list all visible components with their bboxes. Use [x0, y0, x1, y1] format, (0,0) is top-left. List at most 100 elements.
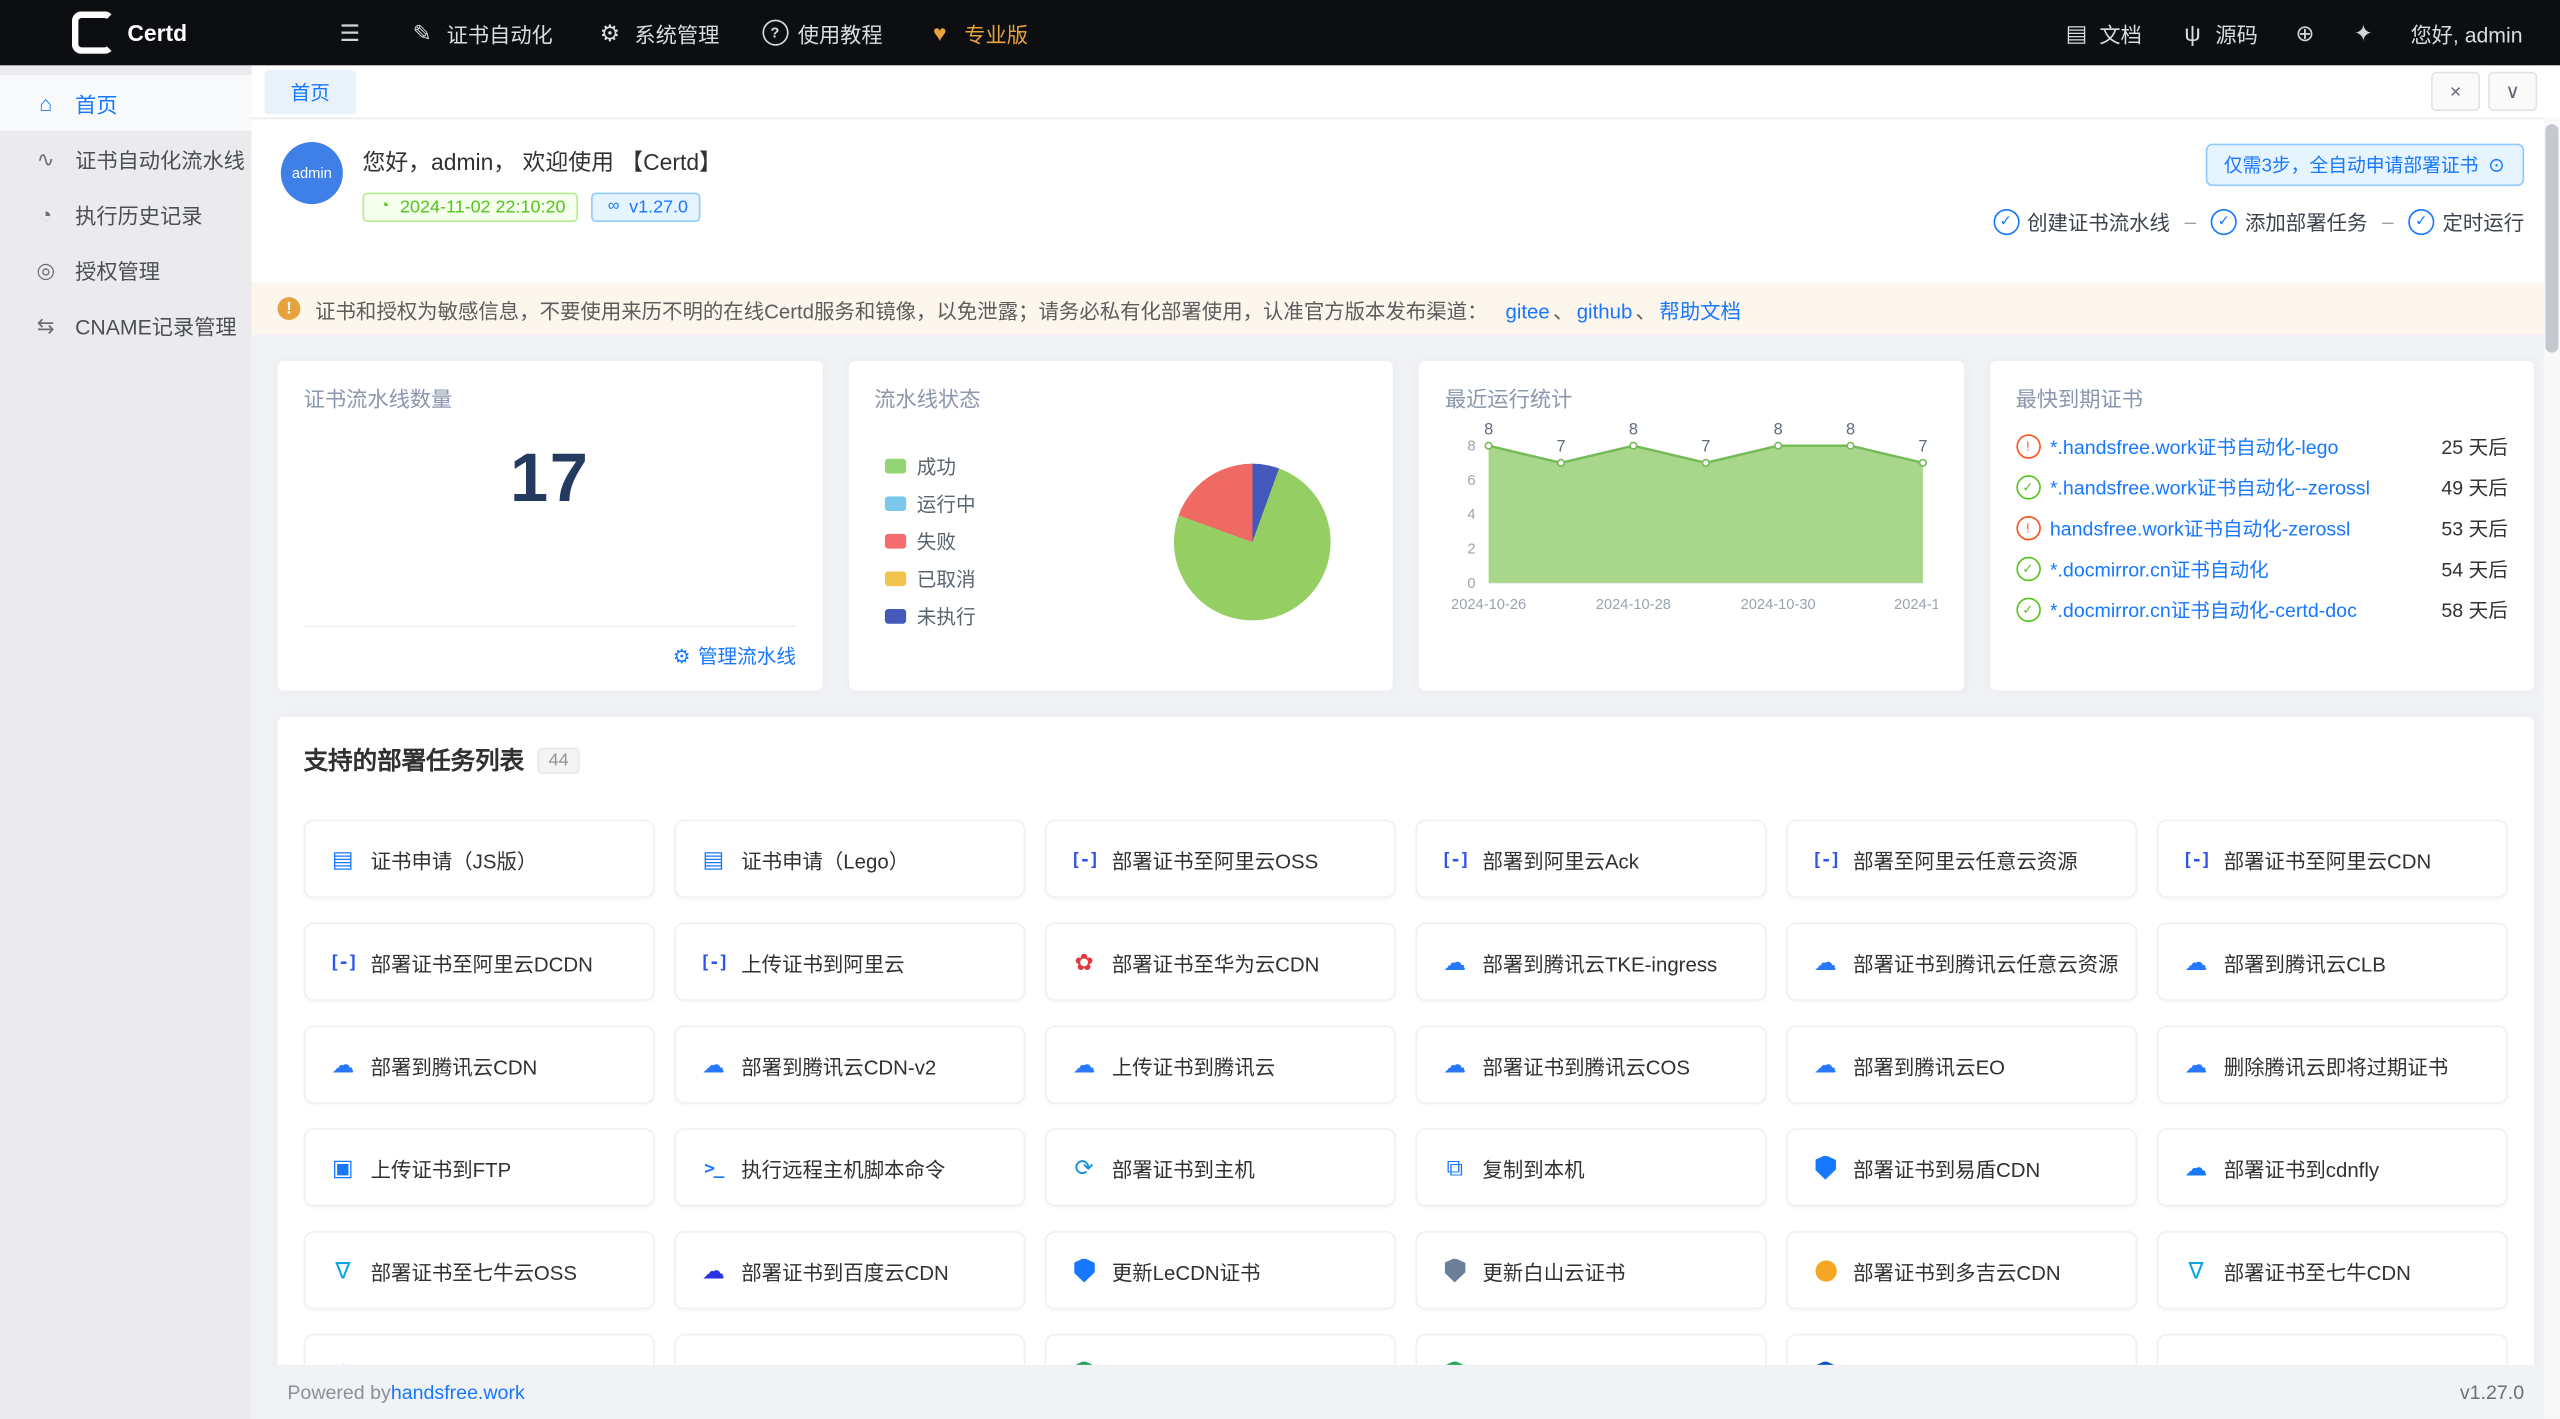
git-branch-icon: ψ: [2178, 21, 2207, 44]
sidebar-item-history[interactable]: ◔执行历史记录: [0, 186, 251, 242]
language-icon[interactable]: ⊕: [2279, 19, 2331, 47]
deploy-task-card[interactable]: [-]部署证书至阿里云DCDN: [304, 922, 655, 1000]
cert-name-link[interactable]: *.docmirror.cn证书自动化: [2050, 555, 2432, 583]
docs-link[interactable]: ▤ 文档: [2047, 17, 2156, 48]
tab-menu-button[interactable]: ∨: [2488, 72, 2537, 111]
certd-logo-icon: [72, 11, 114, 53]
deploy-task-card[interactable]: ▣上传证书到FTP: [304, 1128, 655, 1206]
deploy-task-label: 部署证书至七牛云OSS: [371, 1255, 577, 1286]
deploy-task-card[interactable]: [-]部署到阿里云Ack: [1416, 820, 1767, 898]
deploy-task-card[interactable]: ☁部署到腾讯云EO: [1786, 1025, 2137, 1103]
expiring-cert-row: ✓*.handsfree.work证书自动化--zerossl49 天后: [2016, 469, 2508, 507]
sidebar-item-auth[interactable]: ◎授权管理: [0, 242, 251, 298]
deploy-task-label: 宝塔网站证书部署: [1482, 1358, 1645, 1365]
pipeline-status-pie-chart: [1174, 463, 1331, 620]
nav-item-gear[interactable]: ⚙系统管理: [574, 0, 741, 65]
handsfree-link[interactable]: handsfree.work: [391, 1380, 525, 1403]
deploy-task-card[interactable]: ☁部署到腾讯云CDN-v2: [674, 1025, 1025, 1103]
doge-icon: [1811, 1260, 1840, 1281]
close-tab-button[interactable]: ×: [2431, 72, 2480, 111]
quick-guide-button[interactable]: 仅需3步，全自动申请部署证书 ⊙: [2206, 144, 2524, 186]
shield-icon: [1811, 1155, 1840, 1179]
card-recent-runs-title: 最近运行统计: [1445, 382, 1937, 413]
scrollbar-thumb[interactable]: [2545, 124, 2558, 353]
brand[interactable]: Certd: [0, 11, 323, 53]
sidebar-collapse-icon[interactable]: ☰: [323, 19, 376, 47]
card-expiring-certs-title: 最快到期证书: [2016, 382, 2508, 413]
deploy-task-card[interactable]: ▤证书申请（Lego）: [674, 820, 1025, 898]
deploy-task-card[interactable]: [-]上传证书到阿里云: [674, 922, 1025, 1000]
deploy-task-card[interactable]: ✿部署证书至华为云CDN: [1045, 922, 1396, 1000]
legend-item[interactable]: 未执行: [884, 602, 975, 630]
source-link[interactable]: ψ 源码: [2163, 17, 2272, 48]
deploy-task-card[interactable]: [-]部署至阿里云任意云资源: [1786, 820, 2137, 898]
onboarding-step: ✓创建证书流水线: [1993, 206, 2170, 237]
deploy-task-card[interactable]: 部署证书到易盾CDN: [1786, 1128, 2137, 1206]
sidebar-item-pipeline[interactable]: ∿证书自动化流水线: [0, 131, 251, 187]
integrations-icon[interactable]: ✦: [2337, 19, 2389, 47]
deploy-task-card[interactable]: ☁部署到腾讯云CLB: [2157, 922, 2508, 1000]
cname-icon: ⇆: [33, 314, 59, 335]
deploy-task-card[interactable]: ∇部署证书至七牛云OSS: [304, 1231, 655, 1309]
legend-item[interactable]: 成功: [884, 452, 975, 480]
notice-text: 证书和授权为敏感信息，不要使用来历不明的在线Certd服务和镜像，以免泄露；请务…: [315, 293, 1487, 324]
deploy-task-label: 部署证书到易盾CDN: [1853, 1152, 2040, 1183]
legend-item[interactable]: 已取消: [884, 565, 975, 593]
svg-text:6: 6: [1467, 473, 1475, 489]
scrollbar[interactable]: [2544, 118, 2560, 1419]
deploy-task-card[interactable]: 更新白山云证书: [1416, 1231, 1767, 1309]
deploy-task-card[interactable]: ☁部署证书到腾讯云COS: [1416, 1025, 1767, 1103]
deploy-task-card[interactable]: ☁部署到腾讯云TKE-ingress: [1416, 922, 1767, 1000]
deploy-task-card[interactable]: ⟳部署证书到主机: [1045, 1128, 1396, 1206]
deploy-task-card[interactable]: 宝塔面板证书部署: [1045, 1334, 1396, 1365]
deploy-task-card[interactable]: [-]部署证书至阿里云CDN: [2157, 820, 2508, 898]
deploy-task-card[interactable]: 更新LeCDN证书: [1045, 1231, 1396, 1309]
tencent-icon: ☁: [2181, 1053, 2210, 1076]
deploy-task-card[interactable]: 宝塔网站证书部署: [1416, 1334, 1767, 1365]
notice-link-github[interactable]: github: [1577, 300, 1633, 323]
deploy-task-card[interactable]: ☁删除腾讯云即将过期证书: [2157, 1025, 2508, 1103]
deploy-task-card[interactable]: 部署证书到1Panel: [1786, 1334, 2137, 1365]
deploy-task-card[interactable]: [-]部署证书至阿里云OSS: [1045, 820, 1396, 898]
sidebar-item-home[interactable]: ⌂首页: [0, 75, 251, 131]
cert-name-link[interactable]: *.handsfree.work证书自动化-lego: [2050, 433, 2432, 461]
deploy-task-card[interactable]: ☁上传证书到腾讯云: [1045, 1025, 1396, 1103]
deploy-task-card[interactable]: ☁部署证书到cdnfly: [2157, 1128, 2508, 1206]
check-circle-icon: ✓: [2016, 475, 2040, 499]
deploy-task-card[interactable]: ◈部署证书到群晖面板: [2157, 1334, 2508, 1365]
user-menu[interactable]: 您好, admin: [2396, 17, 2537, 48]
nav-item-help[interactable]: ?使用教程: [741, 0, 904, 65]
deploy-task-card[interactable]: ∇上传到七牛云: [674, 1334, 1025, 1365]
cert-name-link[interactable]: *.handsfree.work证书自动化--zerossl: [2050, 473, 2432, 501]
deploy-task-card[interactable]: >_执行远程主机脚本命令: [674, 1128, 1025, 1206]
deploy-task-card[interactable]: ❊部署证书到我爱云 CDN: [304, 1334, 655, 1365]
manage-pipelines-link[interactable]: ⚙ 管理流水线: [672, 642, 796, 670]
notice-link-帮助文档[interactable]: 帮助文档: [1659, 300, 1741, 323]
nav-item-vip[interactable]: ♥专业版: [904, 0, 1049, 65]
tab-home[interactable]: 首页: [264, 69, 355, 113]
cert-name-link[interactable]: *.docmirror.cn证书自动化-certd-doc: [2050, 596, 2432, 624]
notice-link-gitee[interactable]: gitee: [1505, 300, 1549, 323]
legend-item[interactable]: 运行中: [884, 490, 975, 518]
sidebar-item-cname[interactable]: ⇆CNAME记录管理: [0, 297, 251, 353]
cert-name-link[interactable]: handsfree.work证书自动化-zerossl: [2050, 514, 2432, 542]
deploy-task-label: 宝塔面板证书部署: [1112, 1358, 1275, 1365]
deploy-task-card[interactable]: 部署证书到多吉云CDN: [1786, 1231, 2137, 1309]
deploy-task-card[interactable]: ☁部署证书到腾讯云任意云资源: [1786, 922, 2137, 1000]
deploy-task-card[interactable]: ▤证书申请（JS版）: [304, 820, 655, 898]
brand-name: Certd: [127, 20, 187, 46]
card-recent-runs: 最近运行统计 0246887878872024-10-262024-10-282…: [1419, 361, 1964, 691]
legend-item[interactable]: 失败: [884, 527, 975, 555]
header-right: ▤ 文档 ψ 源码 ⊕ ✦ 您好, admin: [2047, 17, 2560, 48]
deploy-task-label: 部署证书到腾讯云COS: [1482, 1049, 1690, 1080]
deploy-task-label: 部署证书到百度云CDN: [741, 1255, 949, 1286]
footer: Powered by handsfree.work v1.27.0: [251, 1365, 2560, 1419]
deploy-task-card[interactable]: ⧉复制到本机: [1416, 1128, 1767, 1206]
deploy-task-card[interactable]: ☁部署证书到百度云CDN: [674, 1231, 1025, 1309]
auth-icon: ◎: [33, 259, 59, 280]
deploy-task-card[interactable]: ∇部署证书至七牛CDN: [2157, 1231, 2508, 1309]
user-greeting: 您好, admin: [2410, 17, 2522, 48]
shield-icon: [1069, 1258, 1098, 1282]
deploy-task-card[interactable]: ☁部署到腾讯云CDN: [304, 1025, 655, 1103]
nav-item-wand[interactable]: ✎证书自动化: [386, 0, 574, 65]
